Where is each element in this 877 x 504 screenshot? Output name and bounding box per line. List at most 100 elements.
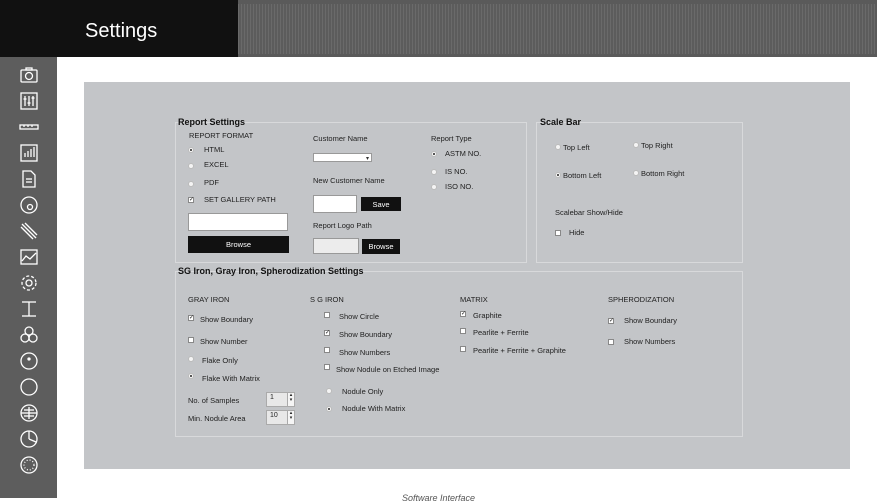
new-customer-label: New Customer Name — [313, 176, 385, 185]
matrix-pearlite-ferrite-checkbox[interactable] — [460, 328, 466, 334]
gray-flake-only-label: Flake Only — [202, 356, 238, 365]
matrix-pff-checkbox[interactable] — [460, 346, 466, 352]
matrix-graphite-label: Graphite — [473, 311, 502, 320]
type-iso-label: ISO NO. — [445, 182, 474, 191]
spher-show-boundary-label: Show Boundary — [624, 316, 677, 325]
gray-flake-matrix-label: Flake With Matrix — [202, 374, 260, 383]
pie-icon[interactable] — [19, 429, 39, 449]
spher-show-numbers-checkbox[interactable] — [608, 339, 614, 345]
sg-show-circle-label: Show Circle — [339, 312, 380, 321]
gallery-path-checkbox[interactable]: ✓ — [188, 197, 194, 203]
sg-nodule-matrix-label: Nodule With Matrix — [342, 404, 406, 413]
sliders-icon[interactable] — [19, 91, 39, 111]
min-area-label: Min. Nodule Area — [188, 414, 246, 423]
circle-icon[interactable] — [19, 377, 39, 397]
sg-show-etched-checkbox[interactable] — [324, 364, 330, 370]
gallery-path-input[interactable] — [188, 213, 288, 231]
title-bar: Settings — [0, 0, 877, 57]
matrix-pearlite-ferrite-label: Pearlite + Ferrite — [473, 328, 529, 337]
spher-show-boundary-checkbox[interactable]: ✓ — [608, 318, 614, 324]
circle-dot-icon[interactable] — [19, 351, 39, 371]
area-chart-icon[interactable] — [19, 247, 39, 267]
sg-nodule-only-radio[interactable] — [326, 388, 332, 394]
scalebar-top-right-radio[interactable] — [633, 142, 639, 148]
sg-show-numbers-checkbox[interactable] — [324, 347, 330, 353]
format-html-radio[interactable] — [188, 147, 194, 153]
dotted-circle-icon[interactable] — [19, 455, 39, 475]
sg-show-boundary-label: Show Boundary — [339, 330, 392, 339]
gear-icon[interactable] — [19, 273, 39, 293]
format-excel-radio[interactable] — [188, 163, 194, 169]
gallery-browse-button[interactable]: Browse — [188, 236, 289, 253]
type-astm-label: ASTM NO. — [445, 149, 482, 158]
sg-iron-title: S G IRON — [310, 295, 344, 304]
scalebar-bottom-right-label: Bottom Right — [641, 169, 685, 178]
spherodization-title: SPHERODIZATION — [608, 295, 675, 304]
format-pdf-label: PDF — [204, 178, 219, 187]
logo-browse-button[interactable]: Browse — [362, 239, 400, 254]
gray-show-boundary-checkbox[interactable]: ✓ — [188, 315, 194, 321]
chevron-down-icon: ▾ — [365, 156, 369, 162]
customer-name-select[interactable]: ▾ — [313, 153, 372, 162]
gray-show-number-checkbox[interactable] — [188, 337, 194, 343]
scalebar-hide-label: Hide — [569, 228, 585, 237]
stepper-arrows-icon[interactable]: ▴ ▾ — [287, 393, 294, 406]
image-caption: Software Interface — [401, 493, 476, 503]
scalebar-top-right-label: Top Right — [641, 141, 673, 150]
disc-icon[interactable] — [19, 195, 39, 215]
report-type-label: Report Type — [431, 134, 472, 143]
page-title: Settings — [85, 20, 158, 42]
stepper-arrows-icon[interactable]: ▴ ▾ — [287, 411, 294, 424]
gray-show-boundary-label: Show Boundary — [200, 315, 253, 324]
samples-stepper[interactable]: 1 ▴ ▾ — [266, 392, 295, 407]
sg-settings-title: SG Iron, Gray Iron, Spherodization Setti… — [178, 266, 364, 276]
spher-show-numbers-label: Show Numbers — [624, 337, 676, 346]
sidebar — [0, 57, 57, 498]
report-settings-title: Report Settings — [178, 117, 246, 127]
new-customer-input[interactable] — [313, 195, 357, 213]
scale-bar-title: Scale Bar — [540, 117, 582, 127]
min-area-stepper[interactable]: 10 ▴ ▾ — [266, 410, 295, 425]
gray-flake-matrix-radio[interactable] — [188, 373, 194, 379]
title-bar-pattern — [238, 4, 875, 54]
scalebar-top-left-radio[interactable] — [555, 144, 561, 150]
type-is-radio[interactable] — [431, 169, 437, 175]
bar-chart-icon[interactable] — [19, 143, 39, 163]
camera-icon[interactable] — [19, 65, 39, 85]
sg-nodule-matrix-radio[interactable] — [326, 406, 332, 412]
logo-path-label: Report Logo Path — [313, 221, 372, 230]
format-html-label: HTML — [204, 145, 225, 154]
scalebar-top-left-label: Top Left — [563, 143, 590, 152]
scalebar-bottom-left-radio[interactable] — [555, 172, 561, 178]
lines-icon[interactable] — [19, 221, 39, 241]
ruler-icon[interactable] — [19, 117, 39, 137]
format-pdf-radio[interactable] — [188, 181, 194, 187]
save-button[interactable]: Save — [361, 197, 401, 211]
scalebar-show-hide-label: Scalebar Show/Hide — [555, 208, 623, 217]
scalebar-bottom-left-label: Bottom Left — [563, 171, 602, 180]
circles-icon[interactable] — [19, 325, 39, 345]
scalebar-hide-checkbox[interactable] — [555, 230, 561, 236]
crosshair-icon[interactable] — [19, 403, 39, 423]
report-format-label: REPORT FORMAT — [189, 131, 254, 140]
scalebar-bottom-right-radio[interactable] — [633, 170, 639, 176]
gallery-path-label: SET GALLERY PATH — [204, 195, 276, 204]
sg-show-etched-label: Show Nodule on Etched Image — [336, 365, 440, 374]
matrix-title: MATRIX — [460, 295, 488, 304]
beam-icon[interactable] — [19, 299, 39, 319]
logo-path-input[interactable] — [313, 238, 359, 254]
format-excel-label: EXCEL — [204, 160, 229, 169]
gray-iron-title: GRAY IRON — [188, 295, 230, 304]
sg-show-boundary-checkbox[interactable]: ✓ — [324, 330, 330, 336]
matrix-graphite-checkbox[interactable]: ✓ — [460, 311, 466, 317]
gray-flake-only-radio[interactable] — [188, 356, 194, 362]
sg-show-circle-checkbox[interactable] — [324, 312, 330, 318]
gray-show-number-label: Show Number — [200, 337, 248, 346]
type-astm-radio[interactable] — [431, 151, 437, 157]
type-is-label: IS NO. — [445, 167, 468, 176]
settings-panel: Report Settings REPORT FORMAT HTML EXCEL… — [84, 82, 850, 469]
matrix-pff-label: Pearlite + Ferrite + Graphite — [473, 346, 566, 355]
sg-show-numbers-label: Show Numbers — [339, 348, 391, 357]
document-icon[interactable] — [19, 169, 39, 189]
type-iso-radio[interactable] — [431, 184, 437, 190]
